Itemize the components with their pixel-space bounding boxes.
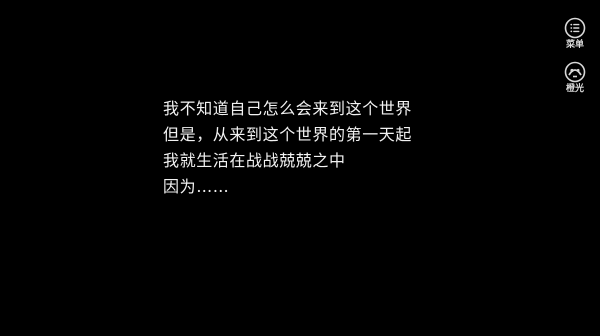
orange-light-button[interactable]: 橙光 — [560, 61, 590, 95]
game-screen[interactable]: 我不知道自己怎么会来到这个世界 但是，从来到这个世界的第一天起 我就生活在战战兢… — [0, 0, 600, 336]
orange-light-logo-icon — [564, 61, 586, 83]
story-line-1: 我不知道自己怎么会来到这个世界 — [163, 99, 413, 118]
orange-light-button-label: 橙光 — [565, 84, 584, 94]
list-menu-icon — [564, 17, 586, 39]
story-line-3: 我就生活在战战兢兢之中 — [163, 151, 346, 170]
story-line-4: 因为…… — [163, 177, 230, 196]
menu-button-label: 菜单 — [565, 40, 584, 50]
story-text-box[interactable]: 我不知道自己怎么会来到这个世界 但是，从来到这个世界的第一天起 我就生活在战战兢… — [163, 96, 463, 200]
menu-button[interactable]: 菜单 — [560, 17, 590, 51]
story-line-2: 但是，从来到这个世界的第一天起 — [163, 125, 413, 144]
